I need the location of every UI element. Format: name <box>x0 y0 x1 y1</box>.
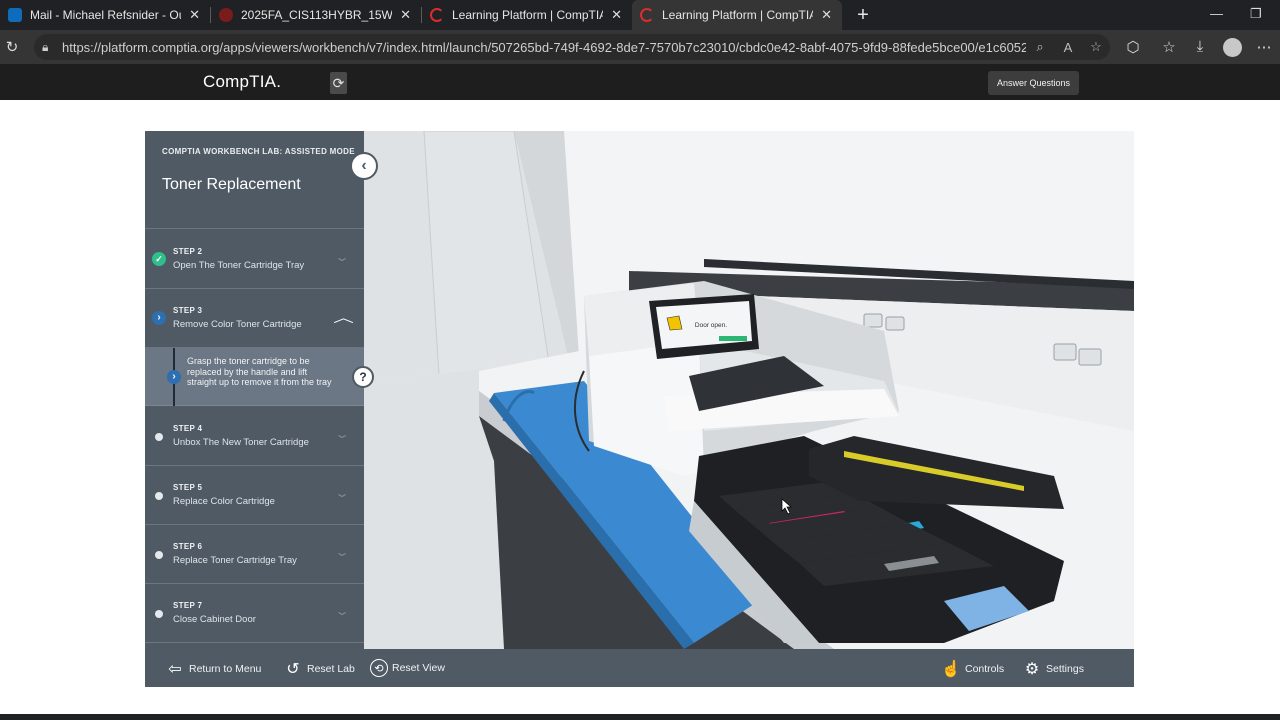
read-aloud-icon[interactable]: A <box>1054 40 1082 55</box>
close-tab-icon[interactable]: ✕ <box>611 7 622 23</box>
step-name: Replace Toner Cartridge Tray <box>173 555 297 566</box>
comptia-icon <box>430 8 444 22</box>
steps-sidebar: COMPTIA WORKBENCH LAB: ASSISTED MODE Ton… <box>145 131 364 649</box>
chevron-right-icon: › <box>152 311 166 325</box>
step-name: Remove Color Toner Cartridge <box>173 319 302 330</box>
check-icon: ✓ <box>152 252 166 266</box>
tab-title: Learning Platform | CompTIA <box>662 8 814 22</box>
printer-scene: Door open. <box>364 131 1134 649</box>
comptia-logo[interactable]: CompTIA. <box>203 72 281 92</box>
substep-instruction: › Grasp the toner cartridge to be replac… <box>145 348 364 406</box>
reload-icon[interactable]: ↻ <box>2 38 22 56</box>
browser-tab-bar: Mail - Michael Refsnider - Outlook ✕ 202… <box>0 0 1280 30</box>
college-icon <box>219 8 233 22</box>
step-name: Open The Toner Cartridge Tray <box>173 260 305 271</box>
collapse-sidebar-button[interactable]: ‹ <box>350 152 378 180</box>
workbench-lab: COMPTIA WORKBENCH LAB: ASSISTED MODE Ton… <box>145 131 1134 687</box>
tab-title: Mail - Michael Refsnider - Outlook <box>30 8 181 22</box>
restore-icon[interactable]: ❐ <box>1250 6 1262 22</box>
address-bar-row: ↻ 🔒︎ https://platform.comptia.org/apps/v… <box>0 30 1280 64</box>
chevron-down-icon: ⌄ <box>333 427 351 441</box>
step-number: STEP 7 <box>173 601 203 610</box>
reset-lab-label: Reset Lab <box>307 663 355 675</box>
reset-icon: ↺ <box>286 661 300 678</box>
chevron-down-icon: ⌄ <box>333 250 351 264</box>
site-info-icon[interactable]: 🔒︎ <box>42 40 62 55</box>
refresh-icon[interactable]: ⟳ <box>330 72 347 94</box>
step-item-3[interactable]: › STEP 3 Remove Color Toner Cartridge ︿ <box>145 289 364 348</box>
pending-dot-icon <box>155 551 163 559</box>
answer-questions-button[interactable]: Answer Questions <box>988 71 1079 95</box>
pending-dot-icon <box>155 610 163 618</box>
hand-pointer-icon: ☝ <box>941 661 961 678</box>
new-tab-button[interactable]: + <box>852 4 874 27</box>
step-number: STEP 6 <box>173 542 203 551</box>
more-menu-icon[interactable]: ⋯ <box>1254 38 1274 56</box>
lab-mode-label: COMPTIA WORKBENCH LAB: ASSISTED MODE <box>162 147 355 156</box>
step-name: Replace Color Cartridge <box>173 496 275 507</box>
help-icon[interactable]: ? <box>352 366 374 388</box>
favorites-icon[interactable]: ☆ <box>1159 38 1179 56</box>
controls-button[interactable]: ☝ Controls <box>941 659 1004 679</box>
sidebar-header: COMPTIA WORKBENCH LAB: ASSISTED MODE Ton… <box>145 131 364 229</box>
step-item-5[interactable]: STEP 5 Replace Color Cartridge ⌄ <box>145 466 364 525</box>
step-item-4[interactable]: STEP 4 Unbox The New Toner Cartridge ⌄ <box>145 407 364 466</box>
chevron-down-icon: ⌄ <box>333 545 351 559</box>
close-tab-icon[interactable]: ✕ <box>189 7 200 23</box>
extensions-icon[interactable]: ⬡ <box>1123 38 1143 56</box>
tab-title: 2025FA_CIS113HYBR_15WK IT Ha <box>241 8 393 22</box>
step-number: STEP 5 <box>173 483 203 492</box>
minimize-icon[interactable]: — <box>1210 6 1223 21</box>
controls-label: Controls <box>965 663 1005 675</box>
zoom-icon[interactable]: ⌕ <box>1026 39 1054 55</box>
step-name: Close Cabinet Door <box>173 614 256 625</box>
reset-view-label: Reset View <box>392 662 445 674</box>
close-tab-icon[interactable]: ✕ <box>400 7 411 23</box>
pending-dot-icon <box>155 433 163 441</box>
chevron-down-icon: ⌄ <box>333 486 351 500</box>
chevron-up-icon: ︿ <box>333 310 354 325</box>
url-text: https://platform.comptia.org/apps/viewer… <box>62 39 1026 55</box>
return-arrow-icon: ⇦ <box>168 661 182 678</box>
url-field[interactable]: 🔒︎ https://platform.comptia.org/apps/vie… <box>34 34 1110 60</box>
tab-comptia-1[interactable]: Learning Platform | CompTIA ✕ <box>422 0 632 30</box>
step-item-6[interactable]: STEP 6 Replace Toner Cartridge Tray ⌄ <box>145 525 364 584</box>
close-tab-icon[interactable]: ✕ <box>821 7 832 23</box>
site-header: CompTIA. <box>0 64 1280 100</box>
outlook-icon <box>8 8 22 22</box>
settings-button[interactable]: ⚙ Settings <box>1022 659 1084 679</box>
tab-comptia-active[interactable]: Learning Platform | CompTIA ✕ <box>632 0 842 30</box>
reset-lab-button[interactable]: ↺ Reset Lab <box>283 659 355 679</box>
lab-title: Toner Replacement <box>162 176 301 193</box>
3d-scene-viewport[interactable]: Door open. <box>364 131 1134 649</box>
reset-view-button[interactable]: ⟲ Reset View <box>370 659 445 677</box>
step-number: STEP 3 <box>173 306 203 315</box>
pending-dot-icon <box>155 492 163 500</box>
tab-course[interactable]: 2025FA_CIS113HYBR_15WK IT Ha ✕ <box>211 0 421 30</box>
tab-title: Learning Platform | CompTIA <box>452 8 604 22</box>
substep-text: Grasp the toner cartridge to be replaced… <box>187 356 332 387</box>
reset-view-icon: ⟲ <box>370 659 388 677</box>
profile-avatar[interactable] <box>1223 38 1242 57</box>
lab-toolbar: ⇦ Return to Menu ↺ Reset Lab ⟲ Reset Vie… <box>145 649 1134 687</box>
comptia-icon <box>640 8 654 22</box>
printer-screen-message: Door open. <box>695 322 727 329</box>
step-number: STEP 4 <box>173 424 203 433</box>
return-to-menu-button[interactable]: ⇦ Return to Menu <box>165 659 261 679</box>
taskbar-edge <box>0 714 1280 720</box>
step-name: Unbox The New Toner Cartridge <box>173 437 309 448</box>
return-to-menu-label: Return to Menu <box>189 663 262 675</box>
chevron-down-icon: ⌄ <box>333 604 351 618</box>
step-number: STEP 2 <box>173 247 203 256</box>
step-item-2[interactable]: ✓ STEP 2 Open The Toner Cartridge Tray ⌄ <box>145 230 364 289</box>
step-item-7[interactable]: STEP 7 Close Cabinet Door ⌄ <box>145 584 364 643</box>
download-icon[interactable]: ⤓ <box>1190 38 1210 55</box>
tab-outlook-mail[interactable]: Mail - Michael Refsnider - Outlook ✕ <box>0 0 210 30</box>
favorite-star-icon[interactable]: ☆ <box>1082 39 1110 55</box>
settings-label: Settings <box>1046 663 1084 675</box>
gear-icon: ⚙ <box>1024 661 1040 678</box>
chevron-right-icon: › <box>167 370 181 384</box>
